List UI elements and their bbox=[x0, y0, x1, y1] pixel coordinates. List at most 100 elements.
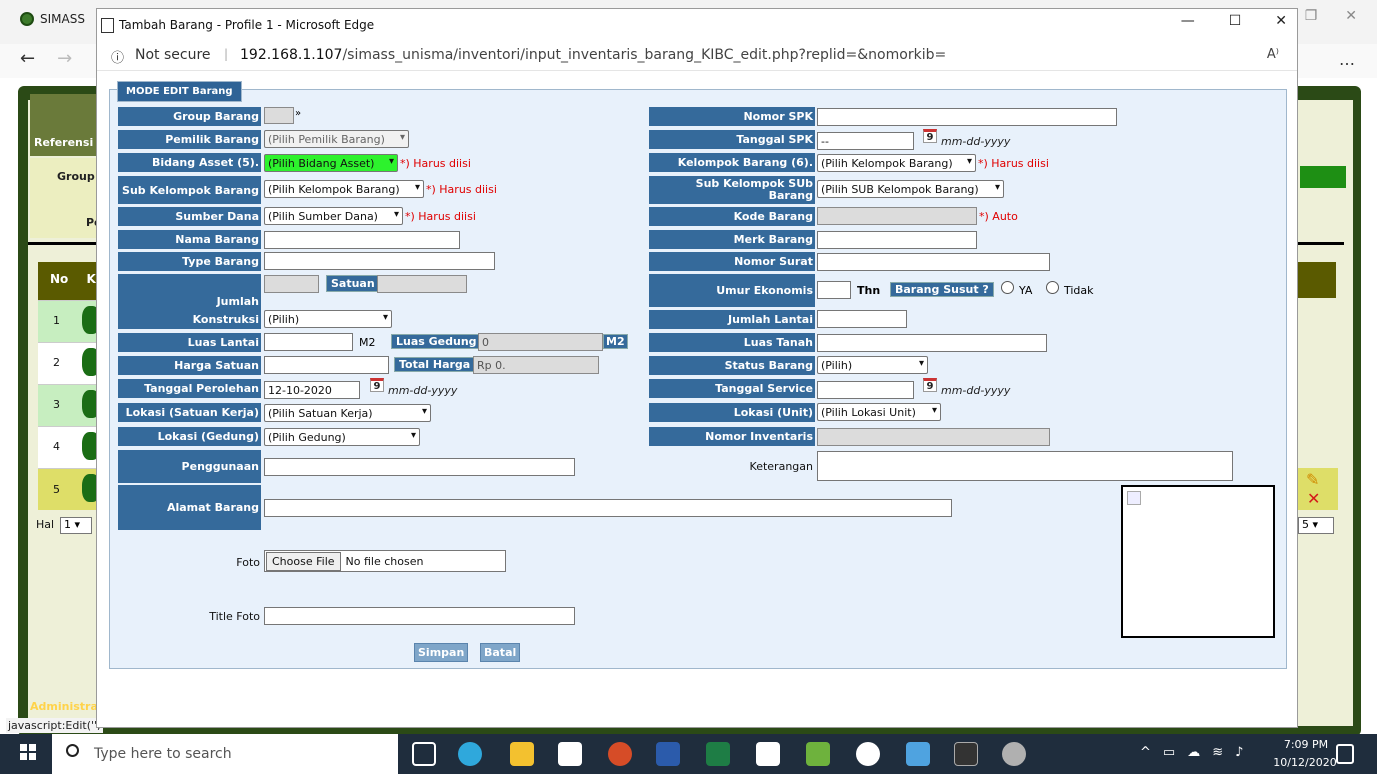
back-arrow-icon[interactable]: ← bbox=[20, 48, 35, 69]
row-number: 4 bbox=[53, 440, 60, 453]
alamat-barang-input[interactable] bbox=[264, 499, 952, 517]
delete-icon[interactable]: ✕ bbox=[1307, 489, 1320, 508]
nomor-spk-input[interactable] bbox=[817, 108, 1117, 126]
lokasi-gedung-select[interactable]: (Pilih Gedung) ▾ bbox=[264, 428, 420, 446]
pemilik-barang-select[interactable]: (Pilih Pemilik Barang) ▾ bbox=[264, 130, 409, 148]
label-tanggal-spk: Tanggal SPK bbox=[649, 130, 815, 149]
harga-satuan-input[interactable] bbox=[264, 356, 389, 374]
status-barang-select[interactable]: (Pilih) ▾ bbox=[817, 356, 928, 374]
tanggal-service-input[interactable] bbox=[817, 381, 914, 399]
keterangan-textarea[interactable] bbox=[817, 451, 1233, 481]
terminal-icon[interactable] bbox=[954, 742, 978, 766]
volume-icon[interactable]: ♪ bbox=[1235, 745, 1243, 760]
susut-ya-radio[interactable] bbox=[1001, 281, 1014, 294]
label-luas-gedung: Luas Gedung bbox=[391, 334, 482, 349]
battery-icon[interactable]: ▭ bbox=[1163, 745, 1175, 760]
mail-icon[interactable] bbox=[756, 742, 780, 766]
foto-file-input[interactable]: Choose File No file chosen bbox=[264, 550, 506, 572]
umur-ekonomis-input[interactable] bbox=[817, 281, 851, 299]
title-foto-input[interactable] bbox=[264, 607, 575, 625]
notepad-icon[interactable] bbox=[806, 742, 830, 766]
windows-start-icon[interactable] bbox=[20, 744, 36, 760]
satuan-input[interactable] bbox=[377, 275, 467, 293]
back-browser-tab[interactable]: SIMASS bbox=[20, 12, 85, 26]
luas-lantai-input[interactable] bbox=[264, 333, 353, 351]
word-icon[interactable] bbox=[656, 742, 680, 766]
rows-select[interactable]: 5 ▾ bbox=[1298, 517, 1334, 534]
penggunaan-input[interactable] bbox=[264, 458, 575, 476]
luas-tanah-input[interactable] bbox=[817, 334, 1047, 352]
store-icon[interactable] bbox=[558, 742, 582, 766]
referensi-menu[interactable]: Referensi bbox=[34, 136, 93, 149]
maximize-icon[interactable]: ☐ bbox=[1229, 13, 1242, 29]
forward-arrow-icon[interactable]: → bbox=[57, 48, 72, 69]
page-select[interactable]: 1 ▾ bbox=[60, 517, 92, 534]
excel-icon[interactable] bbox=[706, 742, 730, 766]
wifi-icon[interactable]: ≋ bbox=[1212, 745, 1223, 760]
window-titlebar: Tambah Barang - Profile 1 - Microsoft Ed… bbox=[97, 9, 1297, 41]
jumlah-lantai-input[interactable] bbox=[817, 310, 907, 328]
close-icon[interactable]: ✕ bbox=[1275, 13, 1287, 29]
chevron-up-icon[interactable]: ^ bbox=[1140, 745, 1151, 760]
back-table-header bbox=[1296, 262, 1336, 298]
tanggal-perolehan-input[interactable]: 12-10-2020 bbox=[264, 381, 360, 399]
powerpoint-icon[interactable] bbox=[608, 742, 632, 766]
label-sumber-dana: Sumber Dana bbox=[118, 207, 261, 226]
date-format-hint: mm-dd-yyyy bbox=[941, 384, 1011, 397]
choose-file-button[interactable]: Choose File bbox=[266, 551, 341, 571]
calendar-icon[interactable]: 9 bbox=[923, 129, 937, 143]
batal-button[interactable]: Batal bbox=[480, 643, 521, 662]
back-separator bbox=[1298, 242, 1344, 245]
task-view-icon[interactable] bbox=[412, 742, 436, 766]
admin-link[interactable]: Administra bbox=[30, 700, 98, 713]
group-arrow[interactable]: » bbox=[295, 108, 301, 119]
file-explorer-icon[interactable] bbox=[510, 742, 534, 766]
simpan-button[interactable]: Simpan bbox=[414, 643, 469, 662]
kode-barang-input[interactable] bbox=[817, 207, 977, 225]
lokasi-unit-select[interactable]: (Pilih Lokasi Unit) ▾ bbox=[817, 403, 941, 421]
luas-gedung-input[interactable]: 0 bbox=[478, 333, 603, 351]
nomor-surat-input[interactable] bbox=[817, 253, 1050, 271]
remote-desktop-icon[interactable] bbox=[906, 742, 930, 766]
clock-date[interactable]: 10/12/2020 bbox=[1270, 756, 1340, 769]
paint-icon[interactable] bbox=[1002, 742, 1026, 766]
label-lokasi-satuan: Lokasi (Satuan Kerja) bbox=[118, 403, 261, 422]
jumlah-input[interactable] bbox=[264, 275, 319, 293]
calendar-icon[interactable]: 9 bbox=[370, 378, 384, 392]
info-icon[interactable]: ⓘ bbox=[111, 47, 124, 66]
url-text[interactable]: 192.168.1.107/simass_unisma/inventori/in… bbox=[240, 47, 946, 63]
notification-icon[interactable] bbox=[1336, 744, 1354, 764]
total-harga-input[interactable]: Rp 0. bbox=[473, 356, 599, 374]
kelompok-barang-select[interactable]: (Pilih Kelompok Barang) ▾ bbox=[817, 154, 976, 172]
merk-barang-input[interactable] bbox=[817, 231, 977, 249]
more-options-icon[interactable]: … bbox=[1339, 50, 1355, 69]
sumber-dana-select[interactable]: (Pilih Sumber Dana) ▾ bbox=[264, 207, 403, 225]
type-barang-input[interactable] bbox=[264, 252, 495, 270]
label-merk-barang: Merk Barang bbox=[649, 230, 815, 249]
group-barang-field[interactable] bbox=[264, 107, 294, 124]
bidang-asset-select[interactable]: (Pilih Bidang Asset) ▾ bbox=[264, 154, 398, 172]
settings-icon[interactable] bbox=[856, 742, 880, 766]
sub-kelompok-sub-select[interactable]: (Pilih SUB Kelompok Barang) ▾ bbox=[817, 180, 1004, 198]
minimize-icon[interactable]: — bbox=[1181, 13, 1195, 29]
nama-barang-input[interactable] bbox=[264, 231, 460, 249]
label-luas-tanah: Luas Tanah bbox=[649, 333, 815, 352]
lokasi-satuan-select[interactable]: (Pilih Satuan Kerja) ▾ bbox=[264, 404, 431, 422]
search-icon bbox=[66, 744, 79, 757]
sub-kelompok-select[interactable]: (Pilih Kelompok Barang) ▾ bbox=[264, 180, 424, 198]
cloud-icon[interactable]: ☁ bbox=[1187, 745, 1200, 760]
edit-icon[interactable]: ✎ bbox=[1306, 470, 1319, 489]
clock-time[interactable]: 7:09 PM bbox=[1276, 738, 1336, 751]
calendar-icon[interactable]: 9 bbox=[923, 378, 937, 392]
susut-tidak-radio[interactable] bbox=[1046, 281, 1059, 294]
tanggal-spk-input[interactable]: -- bbox=[817, 132, 914, 150]
system-tray: ^ ▭ ☁ ≋ ♪ bbox=[1140, 745, 1243, 760]
close-icon[interactable]: ✕ bbox=[1345, 8, 1357, 24]
label-umur-ekonomis: Umur Ekonomis bbox=[649, 274, 815, 307]
edge-icon[interactable] bbox=[458, 742, 482, 766]
konstruksi-select[interactable]: (Pilih) ▾ bbox=[264, 310, 392, 328]
read-aloud-icon[interactable]: A⁾ bbox=[1267, 47, 1279, 62]
restore-icon[interactable]: ❐ bbox=[1305, 8, 1318, 24]
address-bar[interactable]: ⓘ Not secure | 192.168.1.107/simass_unis… bbox=[97, 41, 1297, 71]
nomor-inventaris-input[interactable] bbox=[817, 428, 1050, 446]
